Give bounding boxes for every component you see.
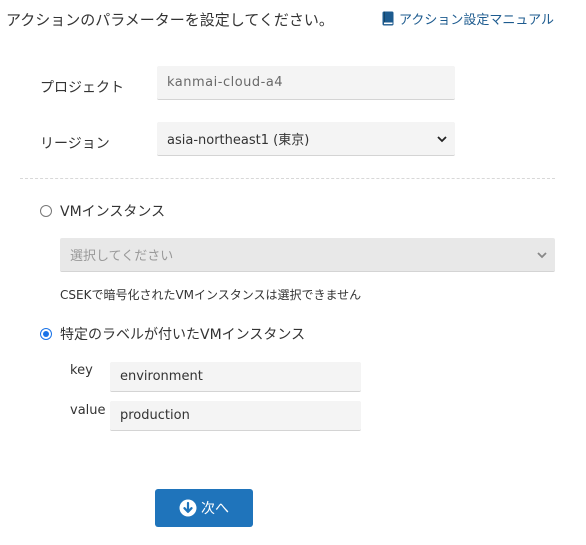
instruction-text: アクションのパラメーターを設定してください。 (6, 11, 334, 29)
project-input[interactable] (157, 66, 455, 100)
region-selected-value: asia-northeast1 (東京) (167, 133, 310, 148)
region-select[interactable]: asia-northeast1 (東京) (157, 122, 455, 156)
manual-link-label: アクション設定マニュアル (399, 13, 554, 28)
region-label: リージョン (40, 136, 110, 152)
labeled-vm-option[interactable]: 特定のラベルが付いたVMインスタンス (40, 324, 305, 344)
vm-instance-option[interactable]: VMインスタンス (40, 201, 165, 221)
vm-instance-select: 選択してください (60, 238, 555, 272)
labeled-vm-radio[interactable] (40, 328, 52, 340)
key-label: key (70, 363, 93, 378)
chevron-down-icon (437, 135, 447, 142)
vm-instance-placeholder: 選択してください (70, 249, 174, 264)
value-label: value (70, 403, 106, 418)
vm-instance-radio[interactable] (40, 205, 52, 217)
circle-arrow-down-icon (179, 499, 197, 517)
action-manual-link[interactable]: アクション設定マニュアル (382, 9, 554, 28)
next-button-label: 次へ (201, 501, 229, 517)
book-icon (382, 11, 394, 26)
label-value-input[interactable] (110, 401, 361, 431)
chevron-down-icon (537, 251, 547, 258)
vm-instance-label: VMインスタンス (60, 204, 166, 220)
next-button[interactable]: 次へ (155, 489, 253, 527)
project-label: プロジェクト (40, 80, 124, 96)
section-divider (20, 178, 555, 179)
csek-note: CSEKで暗号化されたVMインスタンスは選択できません (60, 288, 362, 302)
labeled-vm-label: 特定のラベルが付いたVMインスタンス (60, 327, 306, 343)
label-key-input[interactable] (110, 362, 361, 392)
